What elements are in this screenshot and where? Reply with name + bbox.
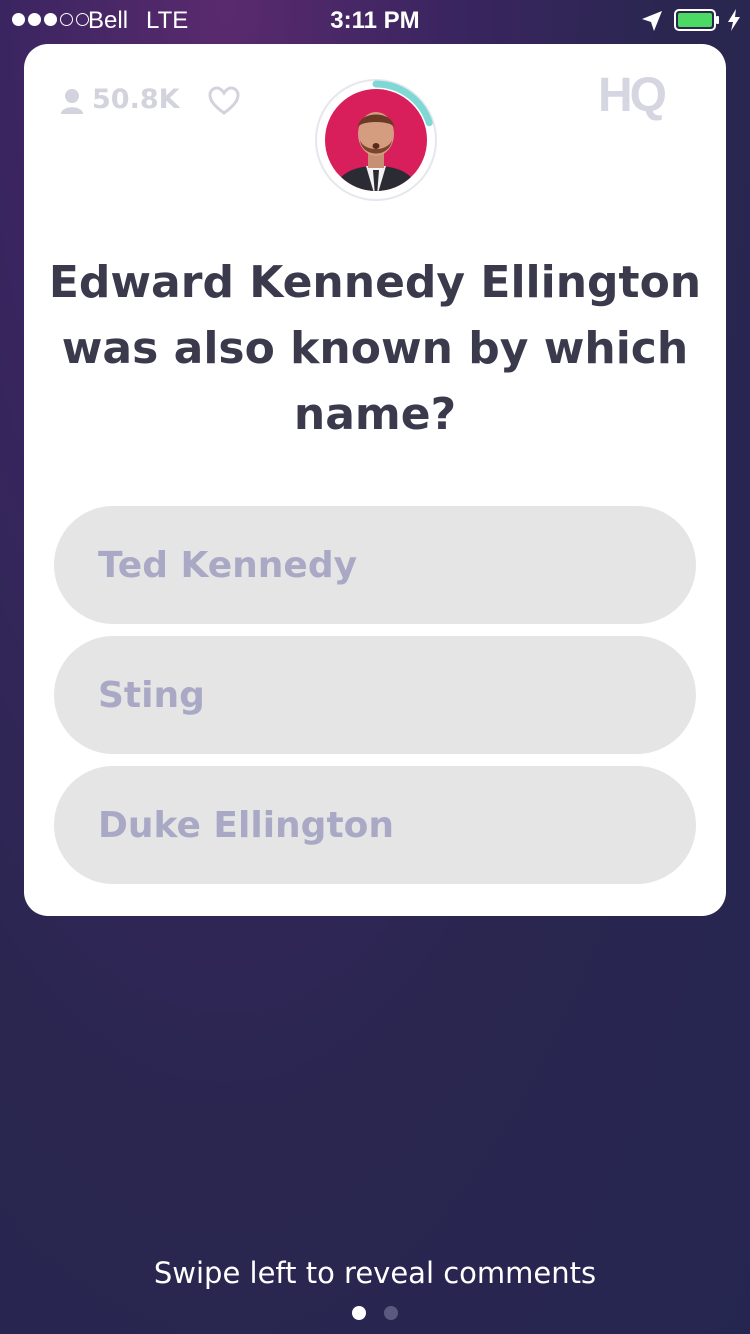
answer-option[interactable]: Duke Ellington bbox=[54, 766, 696, 884]
user-icon bbox=[61, 89, 83, 114]
answer-label: Sting bbox=[98, 674, 205, 716]
heart-icon[interactable] bbox=[208, 86, 240, 116]
answer-option[interactable]: Ted Kennedy bbox=[54, 506, 696, 624]
question-card: 50.8K HQ Edward Kennedy Ellington was al… bbox=[24, 44, 726, 916]
clock: 3:11 PM bbox=[330, 7, 420, 34]
answer-option[interactable]: Sting bbox=[54, 636, 696, 754]
location-arrow-icon bbox=[642, 11, 662, 31]
answer-label: Ted Kennedy bbox=[98, 544, 358, 586]
swipe-hint: Swipe left to reveal comments bbox=[153, 1256, 597, 1290]
hq-logo: HQ bbox=[598, 69, 667, 122]
answer-label: Duke Ellington bbox=[98, 804, 395, 846]
question-text: Edward Kennedy Ellington was also known … bbox=[48, 257, 702, 440]
status-bar: Bell LTE 3:11 PM bbox=[0, 0, 750, 40]
page-dot bbox=[352, 1306, 366, 1320]
viewer-count: 50.8K bbox=[92, 84, 180, 115]
battery-icon bbox=[674, 9, 719, 31]
page-indicator[interactable] bbox=[352, 1306, 398, 1320]
charging-bolt-icon bbox=[728, 9, 740, 31]
page-dot bbox=[384, 1306, 398, 1320]
host-avatar bbox=[315, 79, 437, 201]
